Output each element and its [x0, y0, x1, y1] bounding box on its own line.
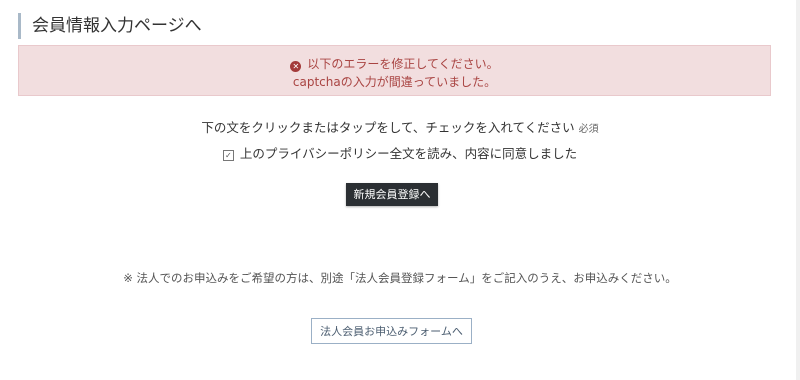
error-line-1: ✕ 以下のエラーを修正してください。: [19, 55, 770, 72]
page-title: 会員情報入力ページへ: [18, 13, 202, 39]
error-detail: captchaの入力が間違っていました。: [292, 75, 497, 89]
required-badge: 必須: [578, 124, 599, 135]
error-message: 以下のエラーを修正してください。: [307, 57, 499, 71]
instruction-text: 下の文をクリックまたはタップをして、チェックを入れてください: [201, 120, 575, 135]
corporate-note: ※ 法人でのお申込みをご希望の方は、別途「法人会員登録フォーム」をご記入のうえ、…: [123, 271, 677, 285]
consent-checkbox[interactable]: ✓: [222, 150, 234, 161]
register-button[interactable]: 新規会員登録へ: [346, 183, 438, 206]
error-alert: ✕ 以下のエラーを修正してください。 captchaの入力が間違っていました。: [18, 45, 771, 96]
privacy-consent[interactable]: ✓ 上のプライバシーポリシー全文を読み、内容に同意しました: [0, 143, 800, 162]
corporate-form-button[interactable]: 法人会員お申込みフォームへ: [311, 318, 472, 344]
error-circle-icon: ✕: [290, 61, 302, 72]
consent-checkbox-label[interactable]: 上のプライバシーポリシー全文を読み、内容に同意しました: [240, 146, 577, 161]
consent-instruction: 下の文をクリックまたはタップをして、チェックを入れてください 必須: [0, 117, 800, 136]
scrollbar[interactable]: [796, 0, 800, 380]
